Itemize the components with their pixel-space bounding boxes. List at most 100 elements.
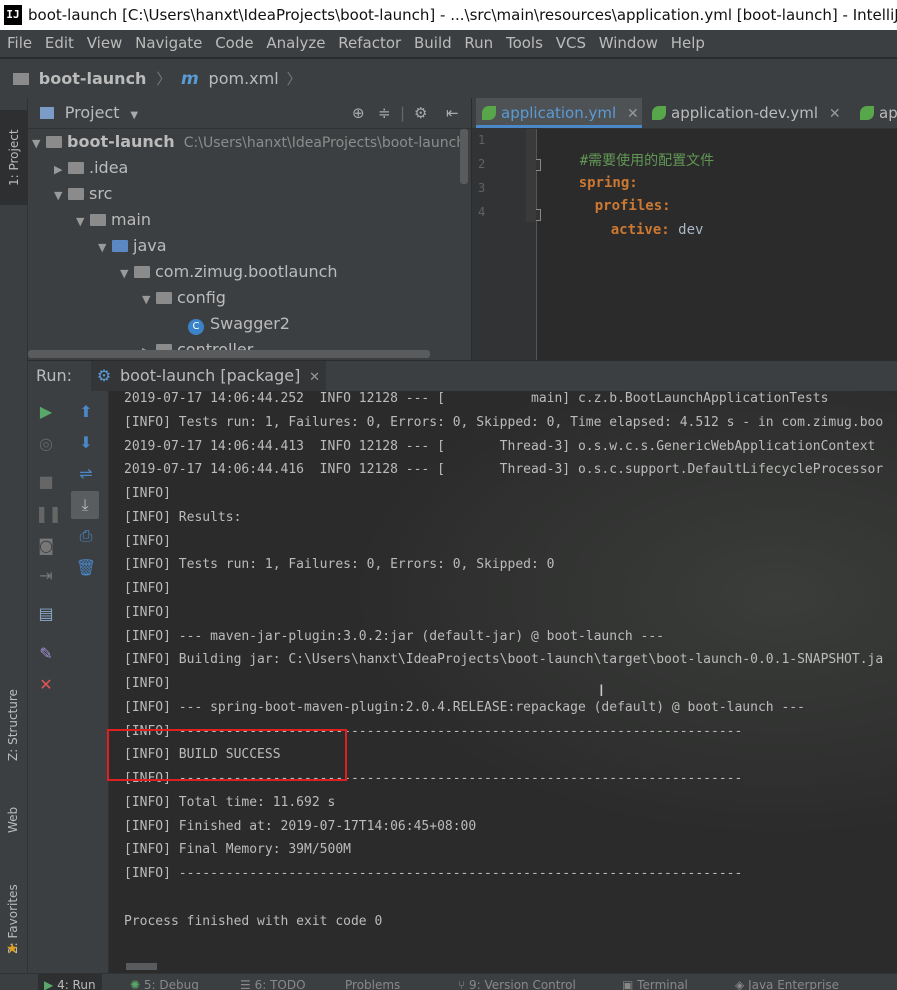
expand-arrow-icon[interactable]: ▼ bbox=[142, 287, 156, 313]
rerun-icon[interactable]: ▶ bbox=[35, 401, 57, 423]
bottom-tab-label: 5: Debug bbox=[143, 978, 199, 990]
tab-application-dev-yml[interactable]: application-dev.yml ✕ bbox=[646, 98, 850, 128]
tab-structure[interactable]: Z: Structure bbox=[3, 663, 23, 761]
print-icon[interactable]: ⎙ bbox=[75, 525, 97, 547]
breadcrumb-separator-icon: 〉 bbox=[156, 70, 172, 88]
tree-item-src[interactable]: ▼ src bbox=[54, 181, 112, 207]
yaml-value: dev bbox=[669, 222, 704, 238]
tree-item-path: C:\Users\hanxt\IdeaProjects\boot-launch bbox=[183, 135, 466, 151]
module-folder-icon bbox=[46, 136, 62, 148]
line-number: 2 bbox=[478, 157, 486, 171]
tree-item-boot-launch[interactable]: ▼ boot-launch C:\Users\hanxt\IdeaProjects… bbox=[32, 129, 465, 155]
run-toolbar-primary: ▶ ◎ ■ ❚❚ ◙ ⇥ ▤ ✎ ✕ bbox=[28, 391, 64, 973]
expand-arrow-icon[interactable]: ▼ bbox=[76, 209, 90, 235]
bottom-tab-todo[interactable]: ☰ 6: TODO bbox=[240, 974, 306, 990]
console-line: 2019-07-17 14:06:44.413 INFO 12128 --- [… bbox=[124, 439, 876, 454]
code-line-4[interactable]: active: dev bbox=[577, 206, 704, 254]
run-icon: ▶ bbox=[44, 978, 54, 990]
tree-horizontal-scrollbar[interactable] bbox=[28, 350, 430, 358]
vcs-icon: ⑂ bbox=[458, 978, 466, 990]
console-line: [INFO] bbox=[124, 486, 171, 501]
tree-item-main[interactable]: ▼ main bbox=[76, 207, 151, 233]
collapse-all-icon[interactable]: ≑ bbox=[378, 98, 391, 128]
tree-item-config[interactable]: ▼ config bbox=[142, 285, 226, 311]
console-line: [INFO] Final Memory: 39M/500M bbox=[124, 842, 351, 857]
favorites-star-icon: ★ bbox=[6, 941, 19, 957]
settings-gear-icon[interactable]: ⚙ bbox=[414, 98, 427, 128]
debug-rerun-icon[interactable]: ◎ bbox=[35, 433, 57, 455]
tree-scrollbar[interactable] bbox=[460, 129, 468, 184]
console-line: [INFO] bbox=[124, 581, 171, 596]
pin-icon[interactable]: ✎ bbox=[35, 643, 57, 665]
dump-threads-icon[interactable]: ◙ bbox=[35, 535, 57, 557]
locate-icon[interactable]: ⊕ bbox=[352, 98, 365, 128]
editor-tabs: application.yml ✕ application-dev.yml ✕ … bbox=[472, 98, 897, 129]
bottom-tab-label: Problems bbox=[345, 978, 401, 990]
console-line: [INFO] Finished at: 2019-07-17T14:06:45+… bbox=[124, 819, 477, 834]
menu-navigate[interactable]: Navigate bbox=[128, 30, 202, 57]
package-icon bbox=[134, 266, 150, 278]
tab-web[interactable]: Web bbox=[3, 788, 23, 833]
breadcrumb-file[interactable]: pom.xml bbox=[209, 69, 279, 88]
run-console[interactable]: 2019-07-17 14:06:44.252 INFO 12128 --- [… bbox=[109, 391, 897, 973]
expand-arrow-icon[interactable]: ▼ bbox=[32, 131, 46, 157]
close-icon[interactable]: ✕ bbox=[829, 106, 841, 122]
soft-wrap-icon[interactable]: ⇌ bbox=[75, 463, 97, 485]
close-icon[interactable]: ✕ bbox=[309, 370, 320, 385]
menu-refactor[interactable]: Refactor bbox=[331, 30, 401, 57]
scroll-to-end-icon[interactable]: ⤓ bbox=[71, 491, 99, 519]
menu-tools[interactable]: Tools bbox=[499, 30, 543, 57]
hide-panel-icon[interactable]: ⇤ bbox=[446, 98, 459, 128]
expand-arrow-icon[interactable]: ▼ bbox=[54, 183, 68, 209]
tab-label: application-dev.yml bbox=[671, 104, 819, 122]
run-config-tab[interactable]: ⚙ boot-launch [package] ✕ bbox=[90, 361, 327, 393]
tab-overflow[interactable]: ap bbox=[854, 98, 897, 128]
bottom-tab-run[interactable]: ▶ 4: Run bbox=[38, 974, 102, 990]
bottom-tab-debug[interactable]: ✺ 5: Debug bbox=[130, 974, 199, 990]
clear-all-icon[interactable]: 🗑 bbox=[75, 557, 97, 579]
view-dropdown-icon[interactable]: ▼ bbox=[130, 110, 138, 121]
scroll-down-icon[interactable]: ⬇ bbox=[75, 432, 97, 454]
layout-icon[interactable]: ▤ bbox=[35, 603, 57, 625]
exit-icon[interactable]: ⇥ bbox=[35, 565, 57, 587]
console-line: [INFO] --- spring-boot-maven-plugin:2.0.… bbox=[124, 700, 805, 715]
close-icon[interactable]: ✕ bbox=[627, 106, 639, 122]
editor-area: application.yml ✕ application-dev.yml ✕ … bbox=[472, 98, 897, 360]
menu-run[interactable]: Run bbox=[457, 30, 493, 57]
menu-vcs[interactable]: VCS bbox=[549, 30, 586, 57]
tab-project[interactable]: 1: Project bbox=[0, 110, 28, 205]
tab-label: ap bbox=[879, 104, 897, 122]
project-panel-title[interactable]: Project bbox=[65, 103, 120, 122]
menu-build[interactable]: Build bbox=[407, 30, 452, 57]
menu-file[interactable]: File bbox=[0, 30, 32, 57]
menu-window[interactable]: Window bbox=[592, 30, 658, 57]
menu-help[interactable]: Help bbox=[664, 30, 705, 57]
bottom-tab-terminal[interactable]: ▣ Terminal bbox=[622, 974, 688, 990]
tree-item-swagger2[interactable]: C Swagger2 bbox=[188, 311, 290, 337]
stop-icon[interactable]: ■ bbox=[35, 471, 57, 493]
menu-code[interactable]: Code bbox=[208, 30, 253, 57]
bottom-tab-problems[interactable]: Problems bbox=[345, 974, 400, 990]
breadcrumb-project[interactable]: boot-launch bbox=[39, 69, 147, 88]
collapse-arrow-icon[interactable]: ▶ bbox=[54, 157, 68, 183]
tree-item-package[interactable]: ▼ com.zimug.bootlaunch bbox=[120, 259, 338, 285]
tab-application-yml[interactable]: application.yml ✕ bbox=[476, 98, 642, 128]
menu-analyze[interactable]: Analyze bbox=[259, 30, 325, 57]
close-run-icon[interactable]: ✕ bbox=[35, 674, 57, 696]
run-config-label: boot-launch [package] bbox=[119, 366, 301, 385]
console-line: [INFO] Total time: 11.692 s bbox=[124, 795, 336, 810]
debug-icon: ✺ bbox=[130, 978, 141, 990]
expand-arrow-icon[interactable]: ▼ bbox=[120, 261, 134, 287]
bottom-tab-java-enterprise[interactable]: ◈ Java Enterprise bbox=[735, 974, 839, 990]
spring-yml-icon bbox=[652, 106, 666, 120]
menu-edit[interactable]: Edit bbox=[38, 30, 74, 57]
menu-view[interactable]: View bbox=[80, 30, 123, 57]
scroll-up-icon[interactable]: ⬆ bbox=[75, 401, 97, 423]
bottom-tab-version-control[interactable]: ⑂ 9: Version Control bbox=[458, 974, 576, 990]
console-horizontal-scrollbar[interactable] bbox=[126, 963, 157, 970]
bottom-tab-label: 4: Run bbox=[57, 978, 96, 990]
expand-arrow-icon[interactable]: ▼ bbox=[98, 235, 112, 261]
tree-item-java[interactable]: ▼ java bbox=[98, 233, 167, 259]
tree-item-idea[interactable]: ▶ .idea bbox=[54, 155, 128, 181]
pause-icon[interactable]: ❚❚ bbox=[35, 503, 62, 525]
